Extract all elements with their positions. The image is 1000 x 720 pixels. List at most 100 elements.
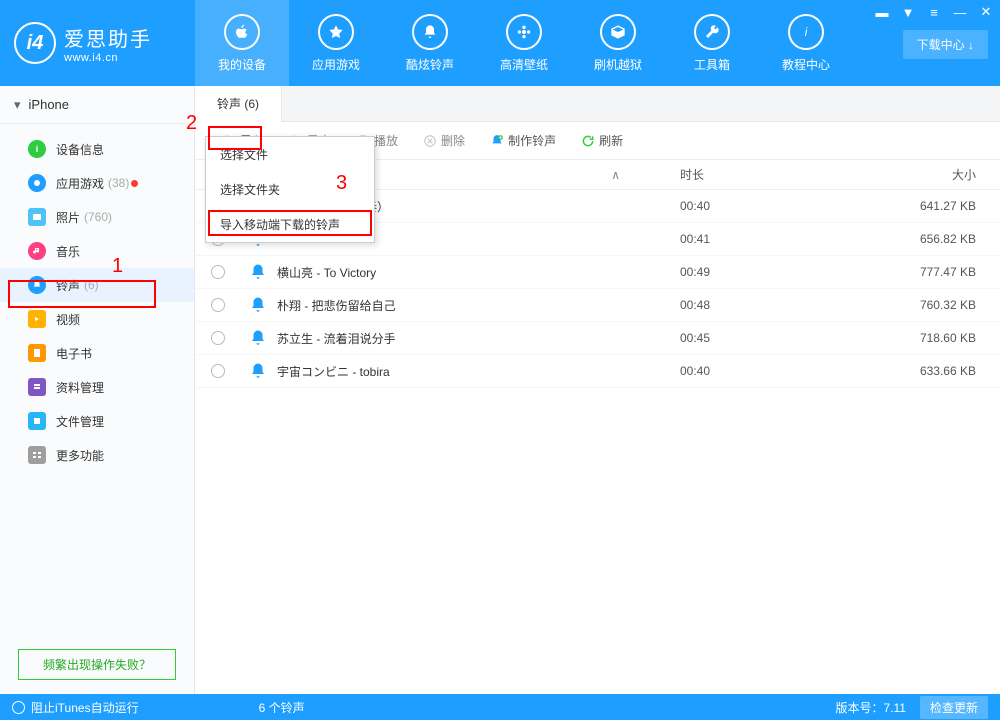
faq-button[interactable]: 频繁出现操作失败？ [18, 649, 176, 680]
sidebar-item-music[interactable]: 音乐 [0, 234, 194, 268]
row-size: 633.66 KB [890, 364, 1000, 378]
table-row[interactable]: 苏立生 - 流着泪说分手 00:45 718.60 KB [195, 322, 1000, 355]
skin-icon[interactable]: ▼ [900, 5, 916, 20]
row-duration: 00:40 [680, 364, 890, 378]
row-duration: 00:48 [680, 298, 890, 312]
bell-icon [249, 362, 267, 380]
row-radio[interactable] [211, 331, 225, 345]
feedback-icon[interactable]: ▬ [874, 5, 890, 20]
import-dropdown: 选择文件 选择文件夹 导入移动端下载的铃声 [205, 136, 375, 243]
svg-text:i: i [36, 144, 39, 154]
version-label: 版本号：7.11 [836, 699, 906, 716]
row-name: 宇宙コンビニ - tobira [277, 363, 390, 380]
apps-icon [28, 174, 46, 192]
nav-jailbreak[interactable]: 刷机越狱 [571, 0, 665, 86]
bell-icon [249, 263, 267, 281]
tab-ringtones[interactable]: 铃声 (6) [195, 86, 282, 122]
info-icon: i [28, 140, 46, 158]
row-size: 641.27 KB [890, 199, 1000, 213]
menu-icon[interactable]: ≡ [926, 5, 942, 20]
svg-text:i: i [805, 26, 808, 39]
box-icon [600, 14, 636, 50]
sidebar-item-device-info[interactable]: i 设备信息 [0, 132, 194, 166]
make-ringtone-button[interactable]: 制作铃声 [479, 129, 566, 152]
logo: i4 爱思助手 www.i4.cn [0, 0, 195, 86]
music-icon [28, 242, 46, 260]
sidebar-item-ebooks[interactable]: 电子书 [0, 336, 194, 370]
sidebar-item-photos[interactable]: 照片 (760) [0, 200, 194, 234]
more-icon [28, 446, 46, 464]
itunes-toggle[interactable]: 阻止iTunes自动运行 [12, 699, 139, 716]
book-icon [28, 344, 46, 362]
sidebar: ▾ iPhone i 设备信息 应用游戏 (38) 照片 (760) 音乐 [0, 86, 195, 694]
wrench-icon [694, 14, 730, 50]
download-center-button[interactable]: 下载中心 ↓ [903, 30, 988, 59]
nav-wallpapers[interactable]: 高清壁纸 [477, 0, 571, 86]
sidebar-item-videos[interactable]: 视频 [0, 302, 194, 336]
row-name: 苏立生 - 流着泪说分手 [277, 330, 396, 347]
status-bar: 阻止iTunes自动运行 6 个铃声 版本号：7.11 检查更新 [0, 694, 1000, 720]
nav-my-device[interactable]: 我的设备 [195, 0, 289, 86]
app-name: 爱思助手 [64, 23, 152, 52]
app-url: www.i4.cn [64, 52, 152, 64]
bell-plus-icon [489, 133, 504, 148]
delete-button[interactable]: 删除 [412, 129, 475, 152]
row-radio[interactable] [211, 364, 225, 378]
nav-apps[interactable]: 应用游戏 [289, 0, 383, 86]
device-selector[interactable]: ▾ iPhone [0, 86, 194, 124]
row-size: 718.60 KB [890, 331, 1000, 345]
row-name: 朴翔 - 把悲伤留给自己 [277, 297, 396, 314]
col-duration[interactable]: 时长 [680, 166, 890, 183]
nav-tutorials[interactable]: i 教程中心 [759, 0, 853, 86]
video-icon [28, 310, 46, 328]
dropdown-import-mobile[interactable]: 导入移动端下载的铃声 [206, 207, 374, 242]
dropdown-select-file[interactable]: 选择文件 [206, 137, 374, 172]
row-size: 760.32 KB [890, 298, 1000, 312]
refresh-icon [580, 133, 595, 148]
minimize-icon[interactable]: — [952, 5, 968, 20]
delete-icon [422, 133, 437, 148]
nav-ringtones[interactable]: 酷炫铃声 [383, 0, 477, 86]
bell-icon [249, 329, 267, 347]
photo-icon [28, 208, 46, 226]
sidebar-item-apps[interactable]: 应用游戏 (38) [0, 166, 194, 200]
close-icon[interactable]: ✕ [978, 4, 994, 20]
badge-dot [131, 180, 138, 187]
chevron-down-icon: ▾ [14, 97, 21, 113]
logo-icon: i4 [14, 22, 56, 64]
table-row[interactable]: 横山亮 - To Victory 00:49 777.47 KB [195, 256, 1000, 289]
row-size: 656.82 KB [890, 232, 1000, 246]
info-icon: i [788, 14, 824, 50]
data-icon [28, 378, 46, 396]
flower-icon [506, 14, 542, 50]
app-header: i4 爱思助手 www.i4.cn 我的设备 应用游戏 酷炫铃声 高清壁纸 刷机… [0, 0, 1000, 86]
top-nav: 我的设备 应用游戏 酷炫铃声 高清壁纸 刷机越狱 工具箱 i 教程中心 [195, 0, 853, 86]
row-radio[interactable] [211, 298, 225, 312]
row-duration: 00:40 [680, 199, 890, 213]
refresh-button[interactable]: 刷新 [570, 129, 633, 152]
tab-bar: 铃声 (6) [195, 86, 1000, 122]
sidebar-item-more[interactable]: 更多功能 [0, 438, 194, 472]
table-row[interactable]: 宇宙コンビニ - tobira 00:40 633.66 KB [195, 355, 1000, 388]
table-row[interactable]: 朴翔 - 把悲伤留给自己 00:48 760.32 KB [195, 289, 1000, 322]
sidebar-item-files[interactable]: 文件管理 [0, 404, 194, 438]
sidebar-item-ringtones[interactable]: 铃声 (6) [0, 268, 194, 302]
files-icon [28, 412, 46, 430]
row-duration: 00:45 [680, 331, 890, 345]
status-count: 6 个铃声 [259, 699, 305, 716]
dropdown-select-folder[interactable]: 选择文件夹 [206, 172, 374, 207]
table-body: Me to Sleep（前奏） 00:40 641.27 KB 00:41 65… [195, 190, 1000, 694]
col-size[interactable]: 大小 [890, 166, 1000, 183]
window-controls: ▬ ▼ ≡ — ✕ [874, 4, 994, 20]
nav-tools[interactable]: 工具箱 [665, 0, 759, 86]
sidebar-item-data[interactable]: 资料管理 [0, 370, 194, 404]
row-duration: 00:49 [680, 265, 890, 279]
row-radio[interactable] [211, 265, 225, 279]
bell-icon [249, 296, 267, 314]
bell-icon [28, 276, 46, 294]
apple-icon [224, 14, 260, 50]
check-update-button[interactable]: 检查更新 [920, 696, 988, 719]
row-duration: 00:41 [680, 232, 890, 246]
device-name: iPhone [29, 97, 69, 112]
toggle-icon [12, 701, 25, 714]
